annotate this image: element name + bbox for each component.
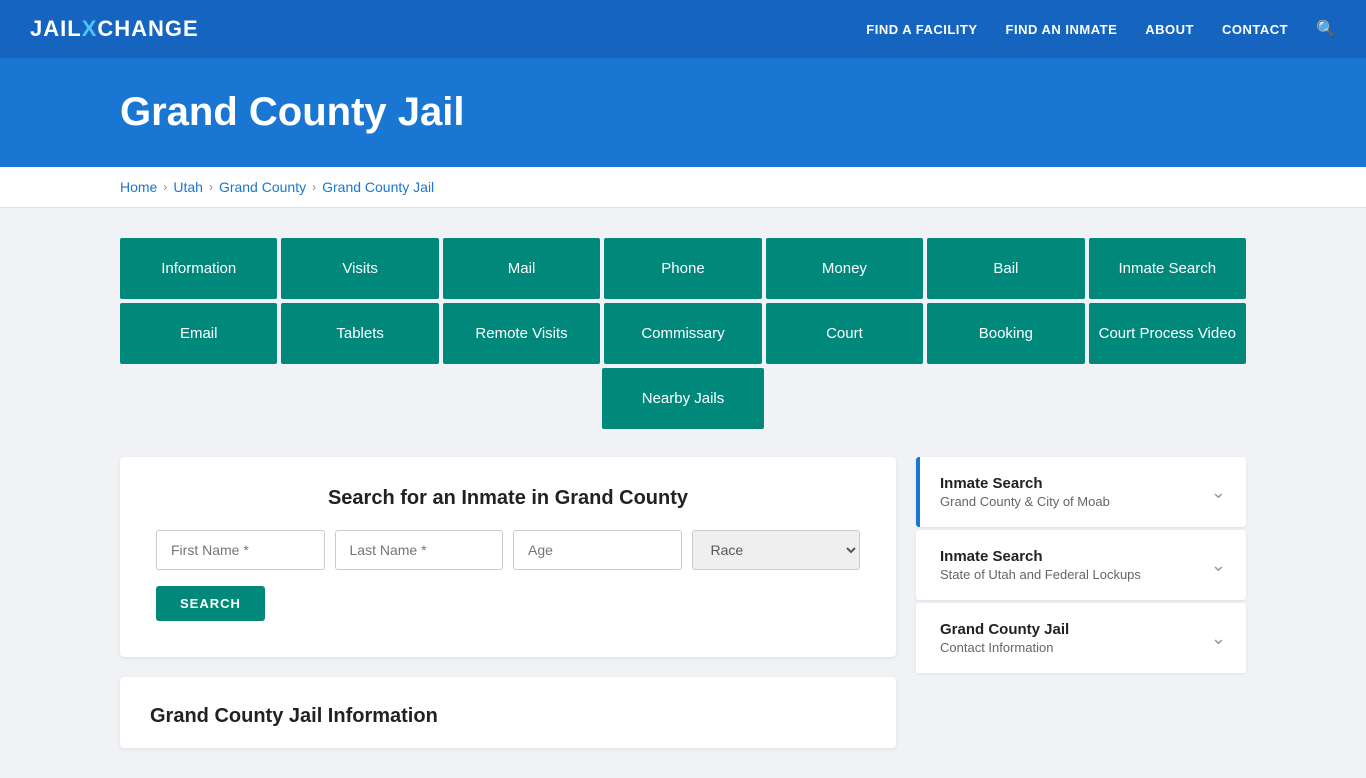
sidebar-item-title-3: Grand County Jail xyxy=(940,621,1069,638)
btn-mail[interactable]: Mail xyxy=(443,238,600,299)
age-input[interactable] xyxy=(513,530,682,570)
btn-remote-visits[interactable]: Remote Visits xyxy=(443,303,600,364)
nav-links: FIND A FACILITY FIND AN INMATE ABOUT CON… xyxy=(866,19,1336,39)
search-button[interactable]: SEARCH xyxy=(156,586,265,621)
breadcrumb-home[interactable]: Home xyxy=(120,179,157,195)
sidebar-item-inmate-search-2[interactable]: Inmate Search State of Utah and Federal … xyxy=(916,530,1246,600)
sidebar-item-subtitle-3: Contact Information xyxy=(940,640,1069,655)
sidebar: Inmate Search Grand County & City of Moa… xyxy=(916,457,1246,676)
btn-bail[interactable]: Bail xyxy=(927,238,1084,299)
lower-section: Search for an Inmate in Grand County Rac… xyxy=(120,457,1246,748)
breadcrumb-grand-county[interactable]: Grand County xyxy=(219,179,306,195)
chevron-down-icon-3: ⌄ xyxy=(1211,628,1226,649)
last-name-input[interactable] xyxy=(335,530,504,570)
brand-jail: JAIL xyxy=(30,16,82,41)
sidebar-item-title-1: Inmate Search xyxy=(940,475,1110,492)
chevron-down-icon-1: ⌄ xyxy=(1211,482,1226,503)
btn-visits[interactable]: Visits xyxy=(281,238,438,299)
sidebar-item-text-2: Inmate Search State of Utah and Federal … xyxy=(940,548,1141,582)
breadcrumb-bar: Home › Utah › Grand County › Grand Count… xyxy=(0,167,1366,208)
btn-court-process-video[interactable]: Court Process Video xyxy=(1089,303,1246,364)
navbar: JAILXCHANGE FIND A FACILITY FIND AN INMA… xyxy=(0,0,1366,58)
btn-phone[interactable]: Phone xyxy=(604,238,761,299)
search-card: Search for an Inmate in Grand County Rac… xyxy=(120,457,896,657)
sidebar-item-inmate-search-1[interactable]: Inmate Search Grand County & City of Moa… xyxy=(916,457,1246,527)
btn-money[interactable]: Money xyxy=(766,238,923,299)
nav-find-inmate[interactable]: FIND AN INMATE xyxy=(1006,22,1118,37)
hero-section: Grand County Jail xyxy=(0,58,1366,167)
sidebar-item-title-2: Inmate Search xyxy=(940,548,1141,565)
left-column: Search for an Inmate in Grand County Rac… xyxy=(120,457,896,748)
breadcrumb-sep-1: › xyxy=(163,180,167,194)
button-grid-row1: Information Visits Mail Phone Money Bail… xyxy=(120,238,1246,299)
race-select[interactable]: Race White Black Hispanic Asian Other xyxy=(692,530,861,570)
chevron-down-icon-2: ⌄ xyxy=(1211,555,1226,576)
search-icon[interactable]: 🔍 xyxy=(1316,19,1336,39)
info-bottom-card: Grand County Jail Information xyxy=(120,677,896,748)
search-title: Search for an Inmate in Grand County xyxy=(156,487,860,510)
btn-tablets[interactable]: Tablets xyxy=(281,303,438,364)
btn-information[interactable]: Information xyxy=(120,238,277,299)
nav-find-facility[interactable]: FIND A FACILITY xyxy=(866,22,977,37)
breadcrumb: Home › Utah › Grand County › Grand Count… xyxy=(120,179,1246,195)
info-section-title: Grand County Jail Information xyxy=(150,705,866,728)
breadcrumb-sep-3: › xyxy=(312,180,316,194)
nav-contact[interactable]: CONTACT xyxy=(1222,22,1288,37)
search-form: Race White Black Hispanic Asian Other xyxy=(156,530,860,570)
sidebar-item-contact-info[interactable]: Grand County Jail Contact Information ⌄ xyxy=(916,603,1246,673)
btn-inmate-search[interactable]: Inmate Search xyxy=(1089,238,1246,299)
brand-x: X xyxy=(82,16,98,41)
brand-logo[interactable]: JAILXCHANGE xyxy=(30,16,199,42)
sidebar-item-subtitle-1: Grand County & City of Moab xyxy=(940,494,1110,509)
first-name-input[interactable] xyxy=(156,530,325,570)
brand-xchange: CHANGE xyxy=(97,16,198,41)
button-grid-row2: Email Tablets Remote Visits Commissary C… xyxy=(120,303,1246,364)
sidebar-item-text-3: Grand County Jail Contact Information xyxy=(940,621,1069,655)
btn-court[interactable]: Court xyxy=(766,303,923,364)
sidebar-item-subtitle-2: State of Utah and Federal Lockups xyxy=(940,567,1141,582)
breadcrumb-sep-2: › xyxy=(209,180,213,194)
btn-booking[interactable]: Booking xyxy=(927,303,1084,364)
breadcrumb-utah[interactable]: Utah xyxy=(173,179,203,195)
nav-about[interactable]: ABOUT xyxy=(1145,22,1194,37)
breadcrumb-current: Grand County Jail xyxy=(322,179,434,195)
main-content: Information Visits Mail Phone Money Bail… xyxy=(0,208,1366,778)
page-title: Grand County Jail xyxy=(120,90,1246,135)
sidebar-item-text-1: Inmate Search Grand County & City of Moa… xyxy=(940,475,1110,509)
btn-nearby-jails[interactable]: Nearby Jails xyxy=(602,368,765,429)
btn-commissary[interactable]: Commissary xyxy=(604,303,761,364)
btn-email[interactable]: Email xyxy=(120,303,277,364)
button-grid-row3: Nearby Jails xyxy=(120,368,1246,429)
